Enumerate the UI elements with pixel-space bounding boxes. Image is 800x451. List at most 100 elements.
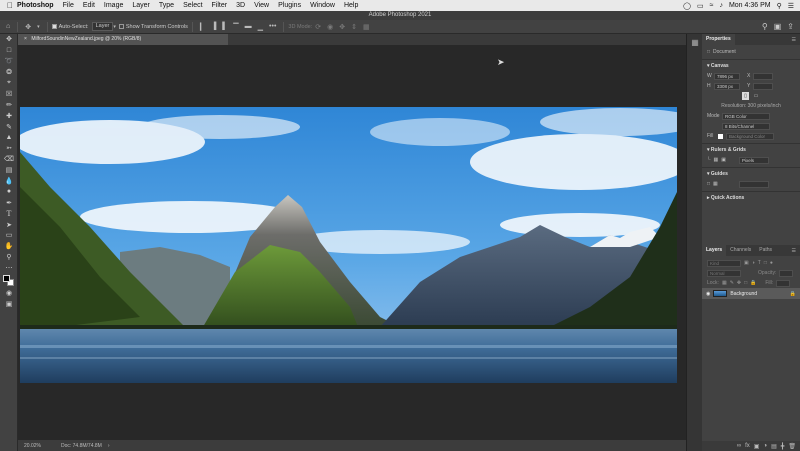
width-field[interactable]: 7896 px xyxy=(714,72,740,80)
menu-filter[interactable]: Filter xyxy=(212,2,228,9)
chevron-right-icon[interactable]: ▸ xyxy=(707,195,710,201)
frame-tool-icon[interactable]: ☒ xyxy=(0,88,18,99)
history-panel-icon[interactable]: ▦ xyxy=(687,34,703,50)
fill-field[interactable] xyxy=(776,279,791,287)
chevron-down-icon[interactable]: ▾ xyxy=(707,63,710,69)
tab-paths[interactable]: Paths xyxy=(755,245,776,256)
menu-window[interactable]: Window xyxy=(310,2,335,9)
3d-pan-icon[interactable]: ✥ xyxy=(339,23,345,31)
y-field[interactable] xyxy=(753,82,774,90)
portrait-icon[interactable]: ▯ xyxy=(742,92,749,100)
new-group-icon[interactable]: ▤ xyxy=(771,443,777,450)
search-icon[interactable]: ⚲ xyxy=(762,22,768,31)
lock-move-icon[interactable]: ✥ xyxy=(737,280,741,286)
history-brush-tool-icon[interactable]: ➳ xyxy=(0,143,18,154)
zoom-tool-icon[interactable]: ⚲ xyxy=(0,252,18,263)
menu-image[interactable]: Image xyxy=(104,2,123,9)
path-selection-tool-icon[interactable]: ➤ xyxy=(0,219,18,230)
opacity-field[interactable] xyxy=(779,269,794,277)
dodge-tool-icon[interactable]: ● xyxy=(0,186,18,197)
eraser-tool-icon[interactable]: ⌫ xyxy=(0,154,18,165)
panel-menu-icon[interactable]: ☰ xyxy=(792,248,800,254)
layer-style-icon[interactable]: fx xyxy=(745,443,750,449)
3d-scale-icon[interactable]: ▦ xyxy=(363,23,370,31)
canvas-section-header[interactable]: ▾ Canvas xyxy=(702,62,800,71)
lock-pixels-icon[interactable]: ▦ xyxy=(722,280,727,286)
volume-icon[interactable]: ♪ xyxy=(719,2,723,9)
menu-edit[interactable]: Edit xyxy=(83,2,95,9)
blend-mode-dropdown[interactable]: Normal xyxy=(707,269,741,277)
document-tab[interactable]: × MilfordSoundinNewZealand.jpeg @ 20% (R… xyxy=(18,34,228,45)
more-options-icon[interactable]: ••• xyxy=(269,23,276,30)
new-layer-icon[interactable]: ╋ xyxy=(781,443,785,450)
hand-tool-icon[interactable]: ✋ xyxy=(0,241,18,252)
auto-select-dropdown[interactable]: Layer xyxy=(91,22,114,31)
guides-dropdown[interactable] xyxy=(738,180,769,188)
auto-select-checkbox[interactable] xyxy=(51,24,57,29)
move-tool-icon[interactable]: ✥ xyxy=(0,34,18,45)
home-icon[interactable]: ⌂ xyxy=(6,23,10,30)
filter-shape-icon[interactable]: □ xyxy=(764,260,767,266)
x-field[interactable] xyxy=(753,72,774,80)
crop-tool-icon[interactable]: ⌖ xyxy=(0,78,18,89)
screen-mode-icon[interactable]: ▣ xyxy=(0,298,18,309)
menu-layer[interactable]: Layer xyxy=(132,2,150,9)
layer-row-background[interactable]: ◉ Background 🔒 xyxy=(702,288,800,299)
align-left-icon[interactable]: ▎ xyxy=(200,23,205,31)
menu-app-photoshop[interactable]: Photoshop xyxy=(17,2,54,9)
brush-tool-icon[interactable]: ✎ xyxy=(0,121,18,132)
tab-layers[interactable]: Layers xyxy=(702,245,727,256)
apple-icon[interactable]:  xyxy=(7,1,17,10)
clone-stamp-tool-icon[interactable]: ▲ xyxy=(0,132,18,143)
adjustment-layer-icon[interactable]: ◑ xyxy=(763,443,767,449)
ruler-icon[interactable]: └ xyxy=(707,157,711,163)
fill-dropdown[interactable]: Background Color xyxy=(726,132,774,140)
menu-type[interactable]: Type xyxy=(159,2,174,9)
show-transform-checkbox[interactable] xyxy=(118,24,124,29)
menu-file[interactable]: File xyxy=(63,2,74,9)
3d-slide-icon[interactable]: ⇕ xyxy=(351,23,357,31)
rulers-section-header[interactable]: ▾ Rulers & Grids xyxy=(702,146,800,155)
kind-filter-dropdown[interactable]: Kind xyxy=(707,259,741,267)
doc-size[interactable]: Doc: 74.8M/74.8M xyxy=(61,443,102,449)
guide-layout-icon[interactable]: ▦ xyxy=(713,181,718,187)
units-dropdown[interactable]: Pixels xyxy=(739,156,770,164)
close-icon[interactable]: × xyxy=(24,36,27,42)
quick-actions-section-header[interactable]: ▸ Quick Actions xyxy=(702,194,800,203)
trash-icon[interactable]: 🗑 xyxy=(788,443,796,450)
lock-artboard-icon[interactable]: □ xyxy=(744,280,747,286)
workspace-icon[interactable]: ▣ xyxy=(774,22,782,31)
filter-toggle-icon[interactable]: ● xyxy=(770,260,773,266)
chevron-down-icon[interactable]: ▾ xyxy=(113,24,116,30)
airplay-icon[interactable]: ▭ xyxy=(697,2,704,10)
lock-icon[interactable]: 🔒 xyxy=(790,291,800,297)
link-layers-icon[interactable]: ∞ xyxy=(737,443,741,449)
pen-tool-icon[interactable]: ✒ xyxy=(0,197,18,208)
snap-icon[interactable]: ▣ xyxy=(721,157,726,163)
gradient-tool-icon[interactable]: ▤ xyxy=(0,165,18,176)
color-swatches[interactable] xyxy=(0,274,18,288)
landscape-icon[interactable]: ▭ xyxy=(752,92,760,100)
filter-adjustment-icon[interactable]: ◑ xyxy=(752,260,755,266)
document-image[interactable] xyxy=(20,107,677,383)
clock[interactable]: Mon 4:36 PM xyxy=(729,2,771,9)
more-tools-icon[interactable]: ⋯ xyxy=(0,263,18,274)
eyedropper-tool-icon[interactable]: ✏ xyxy=(0,99,18,110)
align-center-icon[interactable]: ▐ xyxy=(211,23,216,30)
panel-menu-icon[interactable]: ☰ xyxy=(792,37,800,43)
foreground-color-swatch[interactable] xyxy=(3,274,10,282)
lock-all-icon[interactable]: 🔒 xyxy=(750,280,756,286)
chevron-right-icon[interactable]: › xyxy=(108,443,110,449)
blur-tool-icon[interactable]: 💧 xyxy=(0,176,18,187)
menu-plugins[interactable]: Plugins xyxy=(278,2,301,9)
share-icon[interactable]: ⇪ xyxy=(787,22,794,31)
rectangle-tool-icon[interactable]: ▭ xyxy=(0,230,18,241)
height-field[interactable]: 3308 px xyxy=(714,82,740,90)
align-middle-icon[interactable]: ▬ xyxy=(245,23,252,30)
lasso-tool-icon[interactable]: ➰ xyxy=(0,56,18,67)
guides-section-header[interactable]: ▾ Guides xyxy=(702,170,800,179)
align-top-icon[interactable]: ▔ xyxy=(233,23,238,31)
grid-icon[interactable]: ▦ xyxy=(714,157,719,163)
control-center-icon[interactable]: ☰ xyxy=(788,2,794,10)
align-bottom-icon[interactable]: ▁ xyxy=(258,23,263,31)
